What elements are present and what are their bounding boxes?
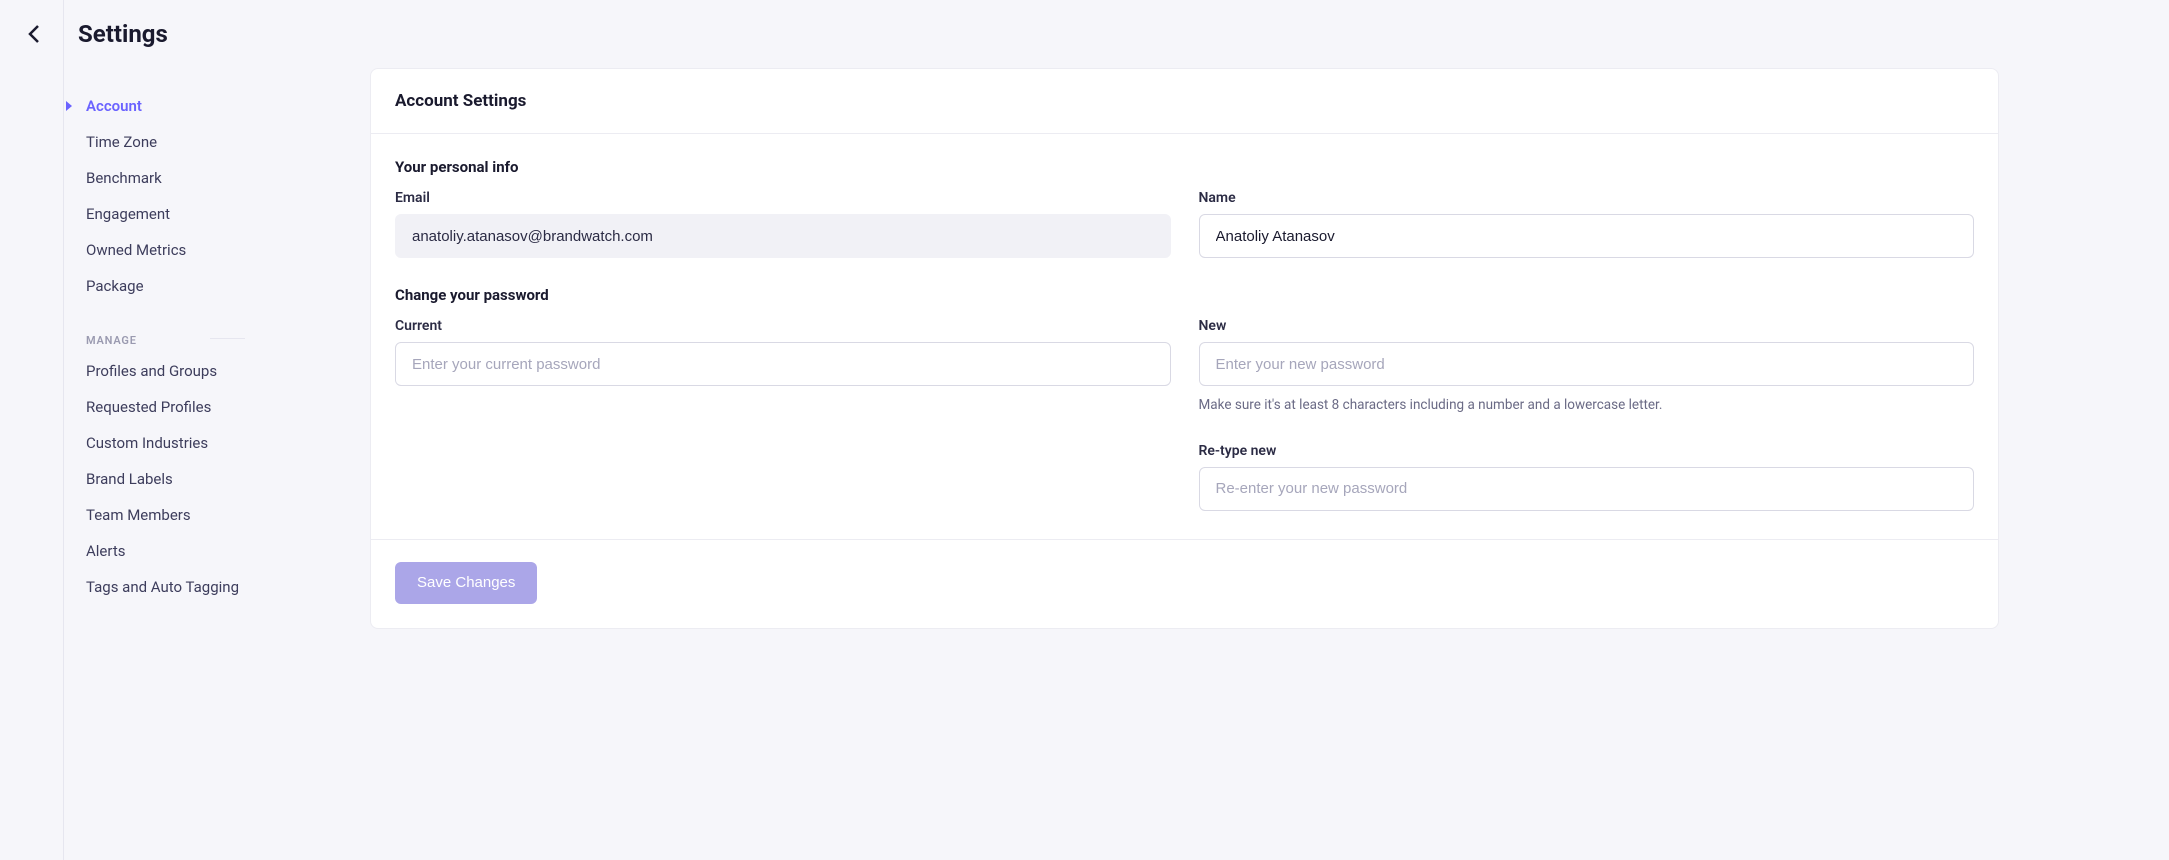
- save-changes-button[interactable]: Save Changes: [395, 562, 537, 604]
- current-password-label: Current: [395, 318, 1171, 334]
- current-password-group: Current: [395, 318, 1171, 415]
- sidebar-item-tags-auto-tagging[interactable]: Tags and Auto Tagging: [60, 569, 260, 605]
- sidebar-item-owned-metrics[interactable]: Owned Metrics: [60, 232, 260, 268]
- retype-password-field[interactable]: [1199, 467, 1975, 511]
- sidebar-item-brand-labels[interactable]: Brand Labels: [60, 461, 260, 497]
- back-button[interactable]: [20, 14, 48, 54]
- sidebar-item-engagement[interactable]: Engagement: [60, 196, 260, 232]
- card-footer: Save Changes: [371, 539, 1998, 628]
- sidebar-item-benchmark[interactable]: Benchmark: [60, 160, 260, 196]
- section-change-password: Change your password: [395, 286, 1974, 304]
- sidebar-item-profiles-groups[interactable]: Profiles and Groups: [60, 353, 260, 389]
- sidebar-header-manage: MANAGE: [60, 316, 260, 353]
- sidebar-item-timezone[interactable]: Time Zone: [60, 124, 260, 160]
- new-password-helper: Make sure it's at least 8 characters inc…: [1199, 396, 1975, 415]
- retype-password-label: Re-type new: [1199, 443, 1975, 459]
- card-body: Your personal info Email Name Change you…: [371, 134, 1998, 539]
- name-label: Name: [1199, 190, 1975, 206]
- section-personal-info: Your personal info: [395, 158, 1974, 176]
- email-field: [395, 214, 1171, 258]
- sidebar-item-account[interactable]: Account: [60, 88, 260, 124]
- nav-group-manage: Profiles and Groups Requested Profiles C…: [60, 353, 260, 605]
- name-field-group: Name: [1199, 190, 1975, 258]
- sidebar-item-alerts[interactable]: Alerts: [60, 533, 260, 569]
- sidebar-item-team-members[interactable]: Team Members: [60, 497, 260, 533]
- current-password-field[interactable]: [395, 342, 1171, 386]
- settings-sidebar: Account Time Zone Benchmark Engagement O…: [0, 68, 260, 860]
- new-password-group: New Make sure it's at least 8 characters…: [1199, 318, 1975, 415]
- main-content: Account Settings Your personal info Emai…: [260, 68, 2169, 860]
- card-header: Account Settings: [371, 69, 1998, 134]
- sidebar-item-requested-profiles[interactable]: Requested Profiles: [60, 389, 260, 425]
- account-settings-card: Account Settings Your personal info Emai…: [370, 68, 1999, 629]
- card-title: Account Settings: [395, 91, 1974, 111]
- retype-password-group: Re-type new: [1199, 443, 1975, 511]
- new-password-field[interactable]: [1199, 342, 1975, 386]
- name-field[interactable]: [1199, 214, 1975, 258]
- chevron-left-icon: [27, 24, 41, 44]
- sidebar-item-custom-industries[interactable]: Custom Industries: [60, 425, 260, 461]
- topbar: Settings: [0, 0, 2169, 68]
- new-password-label: New: [1199, 318, 1975, 334]
- page-title: Settings: [78, 20, 168, 48]
- nav-group-primary: Account Time Zone Benchmark Engagement O…: [60, 88, 260, 304]
- email-label: Email: [395, 190, 1171, 206]
- sidebar-item-package[interactable]: Package: [60, 268, 260, 304]
- email-field-group: Email: [395, 190, 1171, 258]
